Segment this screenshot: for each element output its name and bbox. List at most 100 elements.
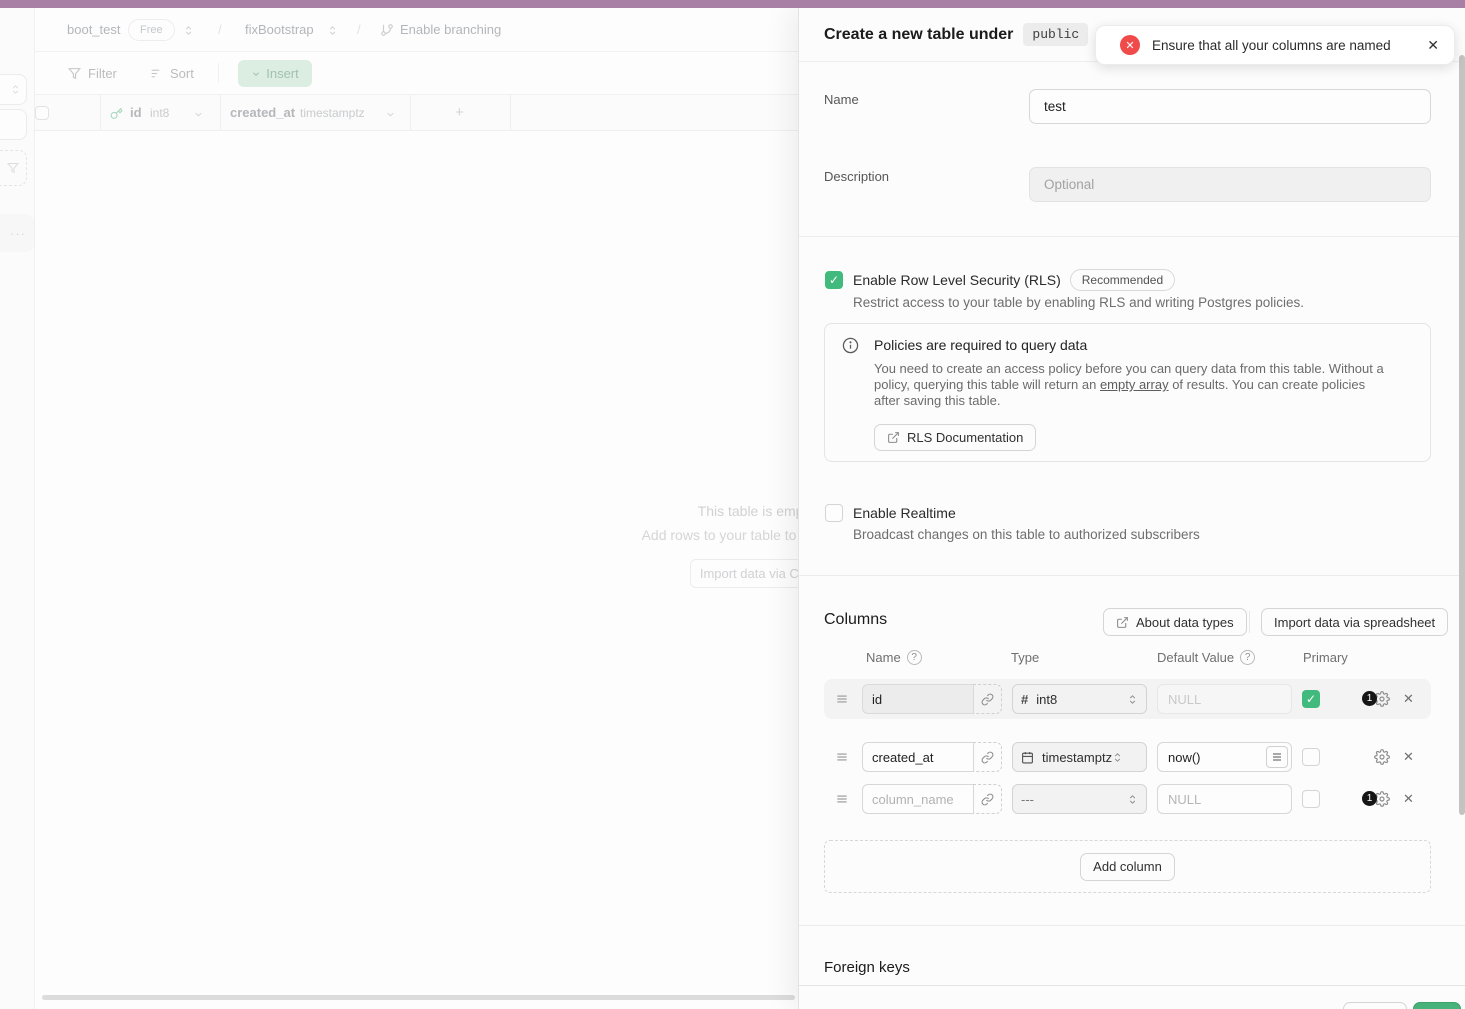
- breadcrumb: boot_test Free / fixBootstrap / Enable b…: [35, 8, 798, 52]
- column-header-id[interactable]: id: [130, 95, 142, 131]
- divider: [1249, 611, 1250, 633]
- remove-column-icon[interactable]: [1403, 749, 1414, 765]
- realtime-description: Broadcast changes on this table to autho…: [853, 527, 1200, 542]
- filter-tables-button[interactable]: [0, 150, 27, 186]
- foreign-key-link-icon[interactable]: [973, 684, 1002, 714]
- error-toast: Ensure that all your columns are named: [1095, 25, 1455, 65]
- column-default-input[interactable]: [1157, 684, 1292, 714]
- enable-branching-button[interactable]: Enable branching: [400, 8, 501, 52]
- column-type-id: int8: [150, 95, 169, 131]
- chevrons-updown-icon: [1112, 752, 1123, 763]
- policies-note-title: Policies are required to query data: [874, 337, 1087, 353]
- funnel-icon: [7, 162, 19, 174]
- table-menu-button[interactable]: [0, 214, 34, 252]
- chevron-down-icon[interactable]: [385, 109, 396, 120]
- insert-button-label: Insert: [266, 66, 299, 81]
- create-table-panel: Create a new table under public Name Des…: [798, 8, 1465, 1009]
- rls-description: Restrict access to your table by enablin…: [853, 295, 1304, 310]
- column-name-input[interactable]: [862, 742, 974, 772]
- column-type-select[interactable]: ---: [1012, 784, 1147, 814]
- column-name-input[interactable]: [862, 684, 974, 714]
- external-link-icon: [887, 431, 900, 444]
- policies-note-body: You need to create an access policy befo…: [874, 361, 1394, 409]
- column-header-created-at[interactable]: created_at: [230, 95, 295, 131]
- calendar-icon: [1021, 751, 1034, 764]
- breadcrumb-separator: /: [357, 8, 361, 52]
- col-header-type: Type: [1011, 650, 1039, 665]
- default-options-icon[interactable]: [1266, 746, 1288, 768]
- foreign-key-link-icon[interactable]: [973, 784, 1002, 814]
- foreign-key-link-icon[interactable]: [973, 742, 1002, 772]
- help-icon[interactable]: [907, 650, 922, 665]
- table-description-input[interactable]: [1029, 167, 1431, 202]
- primary-checkbox[interactable]: [1302, 790, 1320, 808]
- import-spreadsheet-label: Import data via spreadsheet: [1274, 615, 1435, 630]
- window-accent-bar: [0, 0, 1465, 8]
- column-name-input[interactable]: [862, 784, 974, 814]
- divider: [799, 236, 1465, 237]
- column-type-value: timestamptz: [1042, 750, 1112, 765]
- remove-column-icon[interactable]: [1403, 791, 1414, 807]
- funnel-icon: [68, 67, 81, 80]
- recommended-badge: Recommended: [1070, 269, 1175, 291]
- gear-icon[interactable]: [1374, 749, 1390, 765]
- import-spreadsheet-button[interactable]: Import data via spreadsheet: [1261, 608, 1448, 636]
- rls-checkbox[interactable]: [825, 271, 843, 289]
- toast-message: Ensure that all your columns are named: [1152, 38, 1415, 53]
- empty-array-link[interactable]: empty array: [1100, 377, 1169, 392]
- table-name-input[interactable]: [1029, 89, 1431, 124]
- horizontal-scrollbar[interactable]: [42, 995, 795, 1000]
- policies-note: Policies are required to query data You …: [824, 323, 1431, 462]
- sort-button[interactable]: Sort: [170, 52, 194, 95]
- add-column-header-button[interactable]: [455, 95, 464, 131]
- save-button[interactable]: Save: [1413, 1002, 1461, 1009]
- help-icon[interactable]: [1240, 650, 1255, 665]
- rls-documentation-label: RLS Documentation: [907, 430, 1023, 445]
- rls-documentation-button[interactable]: RLS Documentation: [874, 424, 1036, 451]
- chevron-down-icon[interactable]: [193, 109, 204, 120]
- table-list-sidebar: [0, 8, 35, 1009]
- column-default-input[interactable]: [1157, 784, 1292, 814]
- schema-badge: public: [1023, 23, 1088, 46]
- add-column-button[interactable]: Add column: [1080, 853, 1175, 881]
- columns-heading: Columns: [824, 611, 887, 629]
- column-type-select[interactable]: timestamptz: [1012, 742, 1147, 772]
- hash-icon: [1021, 692, 1028, 707]
- primary-key-icon: [110, 107, 123, 120]
- drag-handle-icon[interactable]: [835, 750, 849, 764]
- col-header-name: Name: [866, 650, 922, 665]
- remove-column-icon[interactable]: [1403, 691, 1414, 707]
- drag-handle-icon[interactable]: [835, 792, 849, 806]
- about-data-types-button[interactable]: About data types: [1103, 608, 1247, 636]
- chevrons-updown-icon[interactable]: [327, 25, 338, 36]
- column-type-select[interactable]: int8: [1012, 684, 1147, 714]
- about-data-types-label: About data types: [1136, 615, 1234, 630]
- chevron-down-icon: [251, 69, 261, 79]
- schema-select[interactable]: [0, 74, 27, 105]
- chevrons-updown-icon[interactable]: [183, 25, 194, 36]
- col-header-default: Default Value: [1157, 650, 1255, 665]
- add-column-dropzone: Add column: [824, 840, 1431, 893]
- primary-checkbox[interactable]: [1302, 690, 1320, 708]
- filter-button[interactable]: Filter: [88, 52, 117, 95]
- breadcrumb-separator: /: [218, 8, 222, 52]
- column-type-value: int8: [1036, 692, 1057, 707]
- realtime-checkbox[interactable]: [825, 504, 843, 522]
- settings-count-badge: 1: [1362, 791, 1377, 806]
- breadcrumb-branch[interactable]: fixBootstrap: [245, 8, 314, 52]
- search-tables-input[interactable]: [0, 109, 27, 140]
- rls-label[interactable]: Enable Row Level Security (RLS): [853, 272, 1061, 288]
- col-header-primary: Primary: [1303, 650, 1348, 665]
- grid-toolbar: Filter Sort Insert: [35, 52, 798, 95]
- cancel-button[interactable]: Cancel: [1343, 1002, 1407, 1009]
- primary-checkbox[interactable]: [1302, 748, 1320, 766]
- column-row-id: int8 1: [824, 679, 1431, 719]
- drag-handle-icon[interactable]: [835, 692, 849, 706]
- select-all-checkbox[interactable]: [35, 106, 49, 120]
- realtime-label[interactable]: Enable Realtime: [853, 505, 956, 521]
- add-column-label: Add column: [1093, 859, 1162, 874]
- breadcrumb-project[interactable]: boot_test: [67, 8, 121, 52]
- insert-button[interactable]: Insert: [238, 60, 312, 87]
- panel-scrollbar[interactable]: [1459, 55, 1465, 815]
- close-icon[interactable]: [1427, 37, 1439, 54]
